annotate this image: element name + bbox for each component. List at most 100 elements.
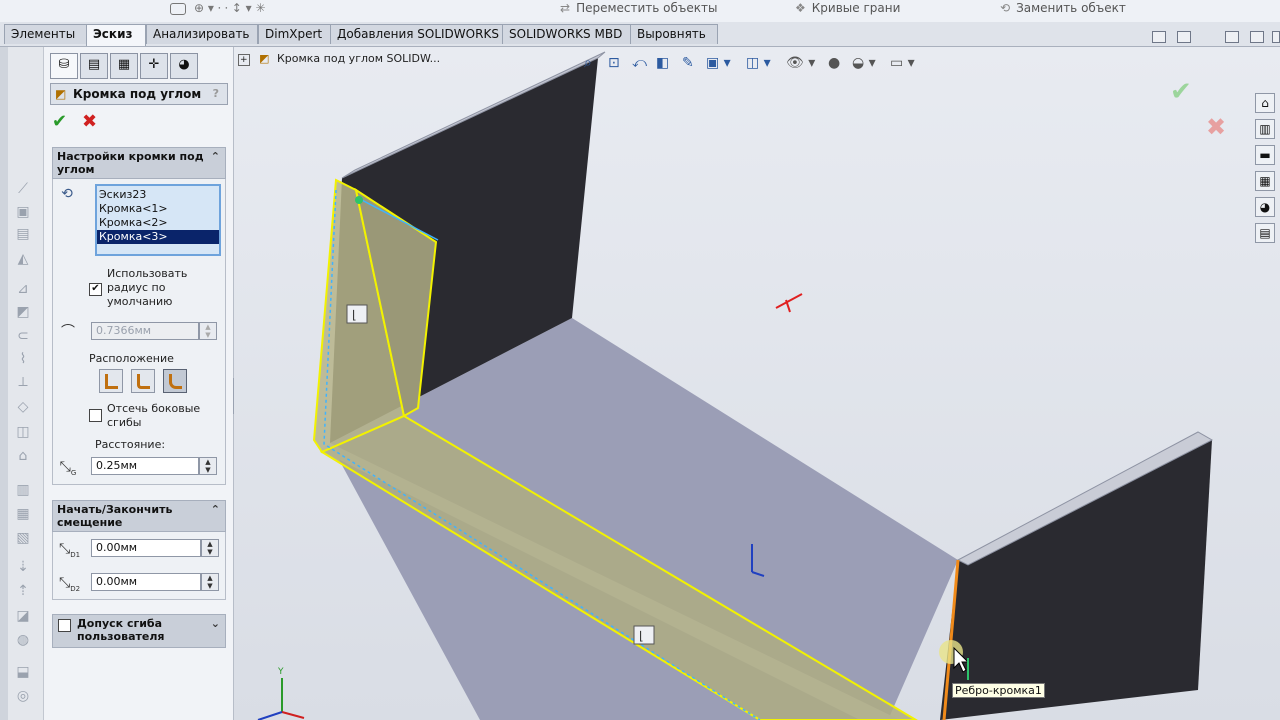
cascade-icon[interactable] <box>1177 31 1191 43</box>
view-palette-icon[interactable]: ▦ <box>1255 171 1275 191</box>
feature-breadcrumb[interactable]: + ◩ Кромка под углом SOLIDW... <box>238 52 440 66</box>
appearances-icon[interactable]: ◕ <box>1255 197 1275 217</box>
sketch-tools-icons[interactable]: ⊕ ▾ ⸱ ⸱ ↕ ▾ ✳ <box>170 0 266 20</box>
zoom-to-fit-icon[interactable]: ⌕ <box>584 55 592 71</box>
tab-sketch[interactable]: Эскиз <box>86 24 146 46</box>
dynamic-annotation-icon[interactable]: ✎ <box>682 55 694 71</box>
rip-icon[interactable]: ◪ <box>13 609 33 623</box>
restore-window-icon[interactable] <box>1225 31 1239 43</box>
hide-show-items-icon[interactable]: 👁 ▾ <box>786 55 815 71</box>
view-settings-icon[interactable]: ▭ ▾ <box>890 55 915 71</box>
end-offset-spinner[interactable]: ▲ ▼ <box>201 573 219 591</box>
corner-icon[interactable]: ◫ <box>13 425 33 439</box>
move-entities-button[interactable]: ⇄ Переместить объекты <box>560 0 717 20</box>
end-offset-field[interactable]: 0.00мм <box>91 573 201 591</box>
start-offset-spinner[interactable]: ▲ ▼ <box>201 539 219 557</box>
bend-radius-field[interactable]: 0.7366мм <box>91 322 199 340</box>
sketched-bend-icon[interactable]: ⟂ <box>13 375 33 389</box>
gap-distance-spinner[interactable]: ▲ ▼ <box>199 457 217 475</box>
fold-icon[interactable]: ▦ <box>13 507 33 521</box>
edges-selection-icon: ⟲ <box>61 186 73 202</box>
triad-z-axis <box>257 711 283 720</box>
tab-solidworks-mbd[interactable]: SOLIDWORKS MBD <box>502 24 634 44</box>
bend-radius-spinner[interactable]: ▲ ▼ <box>199 322 217 340</box>
tab-dimxpert[interactable]: DimXpert <box>258 24 334 44</box>
section-view-icon[interactable]: ◧ <box>656 55 669 71</box>
list-item[interactable]: Кромка<2> <box>97 216 219 230</box>
collapse-chevron-icon[interactable]: ⌃ <box>211 503 220 516</box>
tab-evaluate[interactable]: Анализировать <box>146 24 258 44</box>
property-manager-tab-icon[interactable]: ▤ <box>80 53 108 79</box>
design-library-icon[interactable]: ▥ <box>1255 119 1275 139</box>
unfold-icon[interactable]: ▥ <box>13 483 33 497</box>
configuration-manager-tab-icon[interactable]: ▦ <box>110 53 138 79</box>
vent-icon[interactable]: ◍ <box>13 633 33 647</box>
left-toolbar: ⟋ ▣ ▤ ◭ ⊿ ◩ ⊂ ⌇ ⟂ ◇ ◫ ⌂ ▥ ▦ ▧ ⇣ ⇡ ◪ ◍ ⬓ … <box>8 47 44 720</box>
forming-tool-icon[interactable]: ⌂ <box>13 449 33 463</box>
miter-flange-icon[interactable]: ◩ <box>13 305 33 319</box>
tab-features[interactable]: Элементы <box>4 24 94 44</box>
trim-side-bends-checkbox[interactable] <box>89 409 102 422</box>
previous-view-icon[interactable]: ⤺ <box>632 55 647 71</box>
no-bends-icon[interactable]: ⇣ <box>13 560 33 574</box>
material-outside-icon[interactable] <box>131 369 155 393</box>
face-curves-button[interactable]: ❖ Кривые грани <box>795 0 900 20</box>
collapse-chevron-icon[interactable]: ⌃ <box>211 150 220 163</box>
use-default-radius-label: Использовать радиус по умолчанию <box>107 267 188 308</box>
offset-section-header[interactable]: Начать/Закончить смещение ⌃ <box>52 500 226 532</box>
convert-icon[interactable]: ▤ <box>13 227 33 241</box>
tile-icon[interactable] <box>1152 31 1166 43</box>
start-offset-icon: ⤡D1 <box>59 541 81 559</box>
simple-hole-icon[interactable]: ◎ <box>13 689 33 703</box>
jog-icon[interactable]: ⌇ <box>13 352 33 366</box>
sheetmetal-icon[interactable]: ⟋ <box>13 182 33 196</box>
zoom-to-area-icon[interactable]: ⊡ <box>608 55 620 71</box>
bend-marker-icon <box>346 304 368 324</box>
use-default-radius-checkbox[interactable]: ✔ <box>89 283 102 296</box>
tab-align[interactable]: Выровнять <box>630 24 718 44</box>
settings-section-header[interactable]: Настройки кромки под углом ⌃ <box>52 147 226 179</box>
display-style-icon[interactable]: ◫ ▾ <box>746 55 771 71</box>
minimize-window-icon[interactable] <box>1250 31 1264 43</box>
extruded-cut-icon[interactable]: ⬓ <box>13 665 33 679</box>
edges-listbox[interactable]: Эскиз23 Кромка<1> Кромка<2> Кромка<3> <box>95 184 221 256</box>
list-item-selected[interactable]: Кромка<3> <box>97 230 219 244</box>
graphics-area[interactable]: ⌊ ⌊ + ◩ Кромка под углом SOLIDW... ⌕ ⊡ ⤺… <box>234 47 1280 720</box>
replace-entity-button[interactable]: ⟲ Заменить объект <box>1000 0 1126 20</box>
material-inside-icon[interactable] <box>99 369 123 393</box>
base-flange-icon[interactable]: ▣ <box>13 205 33 219</box>
view-orientation-icon[interactable]: ▣ ▾ <box>706 55 731 71</box>
custom-bend-allowance-header[interactable]: Допуск сгиба пользователя ⌄ <box>52 614 226 648</box>
display-manager-tab-icon[interactable]: ◕ <box>170 53 198 79</box>
solidworks-resources-icon[interactable]: ⌂ <box>1255 93 1275 113</box>
edit-appearance-icon[interactable]: ● <box>828 55 840 71</box>
expand-tree-icon[interactable]: + <box>238 54 250 66</box>
dimxpert-manager-tab-icon[interactable]: ✛ <box>140 53 168 79</box>
edge-flange-icon[interactable]: ⊿ <box>13 282 33 296</box>
hem-icon[interactable]: ⊂ <box>13 329 33 343</box>
tab-solidworks-addins[interactable]: Добавления SOLIDWORKS <box>330 24 508 44</box>
bend-radius-icon: ⌒ <box>61 324 75 340</box>
close-window-icon[interactable] <box>1272 31 1280 43</box>
file-explorer-icon[interactable]: ▬ <box>1255 145 1275 165</box>
list-item[interactable]: Кромка<1> <box>97 202 219 216</box>
cancel-icon[interactable]: ✖ <box>82 113 97 131</box>
start-offset-field[interactable]: 0.00мм <box>91 539 201 557</box>
bend-outside-icon[interactable] <box>163 369 187 393</box>
gap-distance-field[interactable]: 0.25мм <box>91 457 199 475</box>
expand-chevron-icon[interactable]: ⌄ <box>211 617 220 630</box>
list-item[interactable]: Эскиз23 <box>97 188 219 202</box>
confirm-ok-icon[interactable]: ✔ <box>1170 79 1192 105</box>
custom-properties-icon[interactable]: ▤ <box>1255 223 1275 243</box>
cross-break-icon[interactable]: ◇ <box>13 400 33 414</box>
confirm-cancel-icon[interactable]: ✖ <box>1206 115 1226 139</box>
help-icon[interactable]: ? <box>213 87 219 100</box>
lofted-bend-icon[interactable]: ◭ <box>13 252 33 266</box>
feature-manager-tab-icon[interactable]: ⛁ <box>50 53 78 79</box>
ok-icon[interactable]: ✔ <box>52 113 67 131</box>
position-label: Расположение <box>89 352 174 365</box>
flatten-icon[interactable]: ▧ <box>13 531 33 545</box>
custom-bend-allowance-checkbox[interactable] <box>58 619 71 632</box>
apply-scene-icon[interactable]: ◒ ▾ <box>852 55 876 71</box>
insert-bends-icon[interactable]: ⇡ <box>13 584 33 598</box>
